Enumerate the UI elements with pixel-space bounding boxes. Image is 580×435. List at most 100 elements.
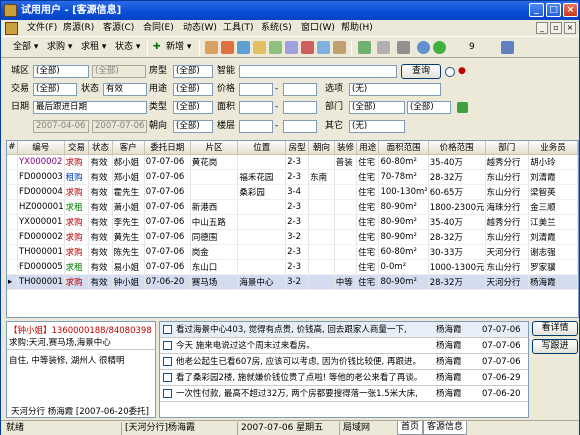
menu-contract[interactable]: 合同(E) bbox=[141, 22, 176, 35]
next-icon[interactable] bbox=[433, 41, 446, 54]
column-header[interactable]: 客户 bbox=[112, 141, 145, 155]
table-row[interactable]: FD000004 求购 有效 霍先生 07-07-06 桑彩园 3-4 住宅 100-130m²… bbox=[7, 184, 578, 200]
menu-activity[interactable]: 动态(W) bbox=[181, 22, 219, 35]
copy-icon[interactable] bbox=[285, 41, 298, 54]
column-header[interactable]: 面积范围 bbox=[378, 141, 429, 155]
edit-icon[interactable] bbox=[269, 41, 282, 54]
area-max-input[interactable] bbox=[283, 101, 317, 114]
rent-dropdown[interactable]: 求租 ▾ bbox=[81, 40, 106, 55]
menu-client[interactable]: 客源(C) bbox=[101, 22, 136, 35]
status-dropdown[interactable]: 状态 ▾ bbox=[115, 40, 140, 55]
column-header[interactable]: 用途 bbox=[356, 141, 380, 155]
tab-home[interactable]: 首页 bbox=[397, 421, 424, 435]
previous-icon[interactable] bbox=[417, 41, 430, 54]
filter-icon[interactable] bbox=[317, 41, 330, 54]
date-to-input[interactable]: 2007-07-06 bbox=[92, 120, 147, 133]
print-icon[interactable] bbox=[397, 41, 410, 54]
followup-item[interactable]: 今天 施来电说过这个周末过来看房。 杨海霞 07-07-06 bbox=[160, 338, 528, 354]
followup-checkbox[interactable] bbox=[163, 389, 172, 398]
column-header[interactable]: 业务员 bbox=[528, 141, 578, 155]
mdi-restore-button[interactable]: ▫ bbox=[550, 22, 562, 34]
house-type-select[interactable]: (全部) bbox=[173, 65, 213, 78]
orient-select[interactable]: (全部) bbox=[173, 120, 213, 133]
followup-item[interactable]: 看过海景中心403, 觉得有点贵, 价钱高, 回去跟家人商量一下, 杨海霞 07-0… bbox=[160, 322, 528, 338]
column-header[interactable]: # bbox=[7, 141, 18, 155]
save-icon[interactable] bbox=[457, 102, 468, 113]
user-group-icon[interactable] bbox=[221, 41, 234, 54]
menu-system[interactable]: 系统(S) bbox=[259, 22, 294, 35]
mdi-close-button[interactable]: × bbox=[564, 22, 576, 34]
menu-app-icon[interactable] bbox=[5, 22, 18, 35]
add-icon[interactable]: ✚ bbox=[153, 40, 161, 55]
followup-checkbox[interactable] bbox=[163, 357, 172, 366]
followup-item[interactable]: 一次性付款, 最高不超过32万, 两个房都要搜得落一张1.5米大床, 杨海霞 07-… bbox=[160, 386, 528, 402]
column-header[interactable]: 部门 bbox=[485, 141, 530, 155]
region2-select[interactable]: (全部) bbox=[92, 65, 146, 78]
dept2-select[interactable]: (全部) bbox=[407, 101, 451, 114]
followup-checkbox[interactable] bbox=[163, 341, 172, 350]
area-min-input[interactable] bbox=[239, 101, 273, 114]
export-icon[interactable] bbox=[377, 41, 390, 54]
close-button[interactable]: × bbox=[563, 3, 578, 17]
floor-min-input[interactable] bbox=[239, 120, 273, 133]
write-followup-button[interactable]: 写跟进 bbox=[532, 339, 578, 354]
table-row[interactable]: FD000003 租购 有效 郑小姐 07-07-06 福禾花园 2-3 东南 住宅 70-78m… bbox=[7, 169, 578, 185]
floor-max-input[interactable] bbox=[283, 120, 317, 133]
other-select[interactable]: (无) bbox=[349, 120, 405, 133]
dept-select[interactable]: (全部) bbox=[349, 101, 405, 114]
column-header[interactable]: 装修 bbox=[334, 141, 358, 155]
column-header[interactable]: 位置 bbox=[237, 141, 287, 155]
table-row[interactable]: TH000001 求购 有效 陈先生 07-07-06 岗金 2-3 住宅 60-80m² 30-… bbox=[7, 244, 578, 260]
followup-item[interactable]: 看了桑彩园2楼, 施就嫌价钱位贵了点啦! 等他的老公来看了再谈。 杨海霞 07-06… bbox=[160, 370, 528, 386]
tag-icon[interactable] bbox=[333, 41, 346, 54]
status-select[interactable]: 有效 bbox=[103, 83, 147, 96]
query-button[interactable]: 查询 bbox=[401, 64, 441, 79]
price-min-input[interactable] bbox=[239, 83, 273, 96]
type-select[interactable]: (全部) bbox=[173, 101, 213, 114]
menu-help[interactable]: 帮助(H) bbox=[339, 22, 375, 35]
followup-checkbox[interactable] bbox=[163, 325, 172, 334]
column-header[interactable]: 朝向 bbox=[308, 141, 335, 155]
smart-search-input[interactable] bbox=[239, 65, 397, 78]
delete-icon[interactable] bbox=[301, 41, 314, 54]
mdi-minimize-button[interactable]: _ bbox=[536, 22, 548, 34]
table-row[interactable]: YX000002 求购 有效 郝小姐 07-07-06 黄花岗 2-3 普装 住宅 60-80m²… bbox=[7, 154, 578, 170]
search-icon[interactable] bbox=[237, 41, 250, 54]
region-select[interactable]: (全部) bbox=[33, 65, 89, 78]
query-radio[interactable] bbox=[445, 67, 455, 77]
column-header[interactable]: 状态 bbox=[88, 141, 113, 155]
folder-icon[interactable] bbox=[253, 41, 266, 54]
date-type-select[interactable]: 最后跟进日期 bbox=[33, 101, 147, 114]
table-row[interactable]: FD000002 求购 有效 黄先生 07-07-06 同德围 3-2 住宅 80-90m² 28… bbox=[7, 229, 578, 245]
trade-select[interactable]: (全部) bbox=[33, 83, 77, 96]
maximize-button[interactable]: □ bbox=[546, 3, 561, 17]
column-header[interactable]: 委托日期 bbox=[144, 141, 191, 155]
followup-checkbox[interactable] bbox=[163, 373, 172, 382]
usage-select[interactable]: (全部) bbox=[173, 83, 213, 96]
column-header[interactable]: 片区 bbox=[190, 141, 239, 155]
table-row[interactable]: ▸ TH000001 求购 有效 钟小姐 07-06-20 赛马场 海景中心 3-2 中等 住宅 80… bbox=[7, 274, 578, 290]
followup-item[interactable]: 他老公起生已看607房, 应该可以考虑, 因为价钱比较便, 再跟进。 杨海霞 07-… bbox=[160, 354, 528, 370]
option-select[interactable]: (无) bbox=[349, 83, 441, 96]
table-row[interactable]: HZ000001 求租 有效 萧小姐 07-07-06 新港西 2-3 住宅 80-90m² 18… bbox=[7, 199, 578, 215]
book-icon[interactable] bbox=[501, 41, 514, 54]
column-header[interactable]: 房型 bbox=[285, 141, 310, 155]
price-max-input[interactable] bbox=[283, 83, 317, 96]
view-detail-button[interactable]: 看详情 bbox=[532, 321, 578, 336]
date-from-input[interactable]: 2007-04-06 bbox=[33, 120, 89, 133]
column-header[interactable]: 交易 bbox=[64, 141, 90, 155]
user-icon[interactable] bbox=[205, 41, 218, 54]
column-header[interactable]: 编号 bbox=[17, 141, 65, 155]
menu-tools[interactable]: 工具(T) bbox=[221, 22, 256, 35]
title-bar[interactable]: 试用用户 - [客源信息] _ □ × bbox=[1, 1, 579, 20]
refresh-icon[interactable] bbox=[358, 41, 371, 54]
minimize-button[interactable]: _ bbox=[529, 3, 544, 17]
add-dropdown[interactable]: 新增 ▾ bbox=[166, 40, 191, 55]
menu-file[interactable]: 文件(F) bbox=[25, 22, 59, 35]
menu-house[interactable]: 房源(R) bbox=[61, 22, 96, 35]
column-header[interactable]: 价格范围 bbox=[428, 141, 486, 155]
table-row[interactable]: FD000005 求租 有效 易小姐 07-07-06 东山口 2-3 住宅 0-0m² 1000… bbox=[7, 259, 578, 275]
all-dropdown[interactable]: 全部 ▾ bbox=[13, 40, 38, 55]
search-mode-icon[interactable]: ● bbox=[458, 65, 466, 78]
menu-window[interactable]: 窗口(W) bbox=[299, 22, 337, 35]
